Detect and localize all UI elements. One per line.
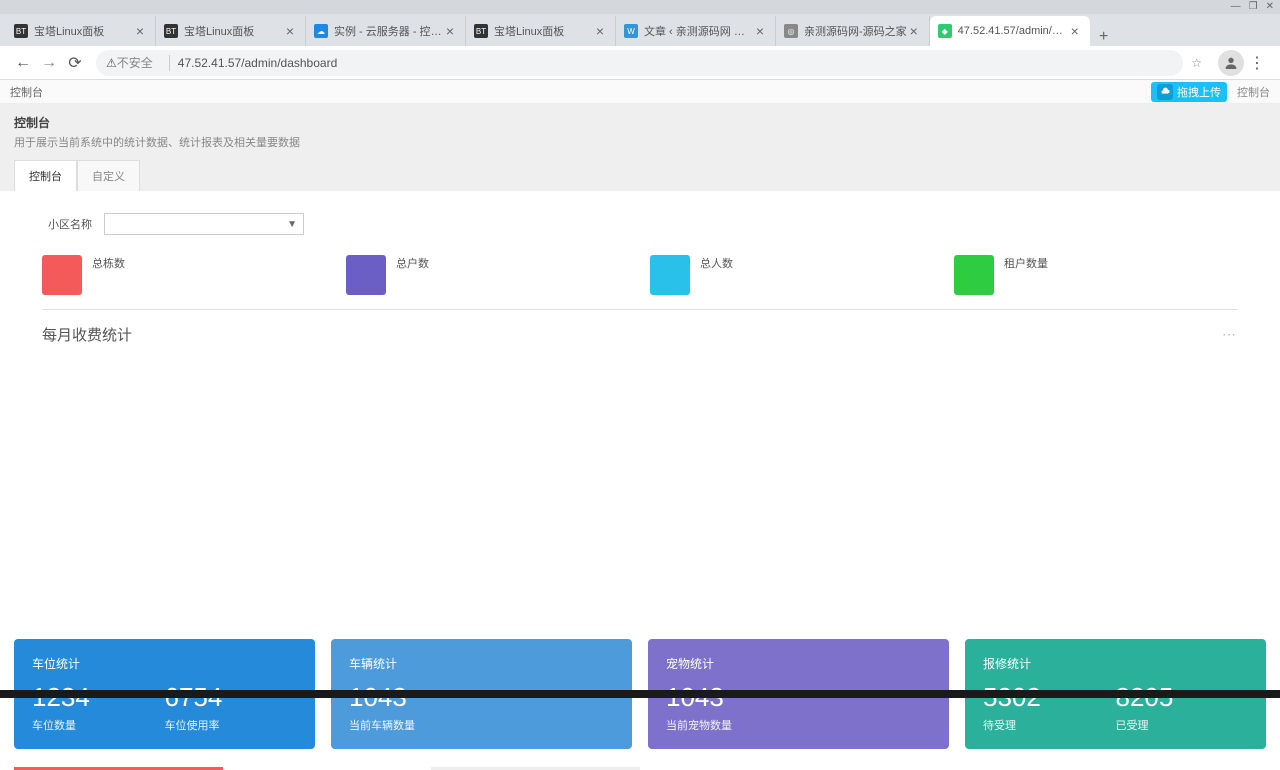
chart-area xyxy=(28,359,1252,609)
cloud-icon xyxy=(1157,84,1173,100)
tab-title: 宝塔Linux面板 xyxy=(494,23,593,39)
tab-favicon: ◎ xyxy=(784,24,798,38)
security-label: 不安全 xyxy=(117,54,153,71)
forward-button[interactable]: → xyxy=(36,50,62,76)
stat-item: 总人数 xyxy=(650,255,934,295)
url-bar: ← → ⟳ ⚠ 不安全 47.52.41.57/admin/dashboard … xyxy=(0,46,1280,80)
stat-label: 租户数量 xyxy=(1004,255,1048,295)
stat-item: 总户数 xyxy=(346,255,630,295)
tab-title: 文章 ‹ 亲测源码网 — WordPre… xyxy=(644,23,753,39)
stat-color-box xyxy=(954,255,994,295)
browser-tab[interactable]: ☁ 实例 - 云服务器 - 控制台× xyxy=(306,16,466,46)
close-icon[interactable]: × xyxy=(283,24,297,38)
stat-color-box xyxy=(650,255,690,295)
stat-label: 总户数 xyxy=(396,255,429,295)
community-dropdown[interactable]: ▼ xyxy=(104,213,304,235)
close-window-icon[interactable]: ✕ xyxy=(1266,1,1274,13)
close-icon[interactable]: × xyxy=(593,24,607,38)
tab-favicon: W xyxy=(624,24,638,38)
chart-menu-icon[interactable]: ⋯ xyxy=(1222,326,1238,343)
stat-label: 总栋数 xyxy=(92,255,125,295)
card-title: 报修统计 xyxy=(983,655,1248,672)
browser-tab[interactable]: W 文章 ‹ 亲测源码网 — WordPre…× xyxy=(616,16,776,46)
new-tab-button[interactable]: + xyxy=(1090,28,1118,46)
profile-button[interactable] xyxy=(1218,50,1244,76)
stat-row: 总栋数 总户数 总人数 租户数量 xyxy=(42,255,1238,295)
stat-color-box xyxy=(346,255,386,295)
card-sublabel: 车位使用率 xyxy=(165,717,298,733)
chart-title: 每月收费统计 xyxy=(42,324,132,345)
tab-title: 宝塔Linux面板 xyxy=(184,23,283,39)
card-sublabel: 待受理 xyxy=(983,717,1116,733)
back-button[interactable]: ← xyxy=(10,50,36,76)
page-title: 控制台 xyxy=(14,114,1266,131)
filter-row: 小区名称 ▼ xyxy=(48,213,1232,235)
close-icon[interactable]: × xyxy=(753,24,767,38)
tab-title: 亲测源码网-源码之家 xyxy=(804,23,907,39)
warning-icon: ⚠ xyxy=(106,56,117,70)
browser-tab[interactable]: ◆ 47.52.41.57/admin/dashboard× xyxy=(930,16,1090,46)
browser-tab[interactable]: ◎ 亲测源码网-源码之家× xyxy=(776,16,930,46)
card-sublabel: 已受理 xyxy=(1116,717,1249,733)
card-title: 车位统计 xyxy=(32,655,297,672)
page-subtitle: 用于展示当前系统中的统计数据、统计报表及相关量要数据 xyxy=(14,134,1266,150)
app-top-bar: 控制台 拖拽上传 控制台 xyxy=(0,80,1280,104)
menu-icon[interactable]: ⋮ xyxy=(1244,50,1270,76)
page-tabs: 控制台自定义 xyxy=(14,160,1266,191)
card-sublabel: 车位数量 xyxy=(32,717,165,733)
stat-item: 总栋数 xyxy=(42,255,326,295)
close-icon[interactable]: × xyxy=(443,24,457,38)
maximize-icon[interactable]: ❐ xyxy=(1249,1,1258,13)
page-header: 控制台 用于展示当前系统中的统计数据、统计报表及相关量要数据 控制台自定义 xyxy=(0,104,1280,191)
card-title: 车辆统计 xyxy=(349,655,614,672)
window-controls: — ❐ ✕ xyxy=(0,0,1280,14)
browser-tab-bar: BT宝塔Linux面板×BT宝塔Linux面板×☁实例 - 云服务器 - 控制台… xyxy=(0,14,1280,46)
close-icon[interactable]: × xyxy=(907,24,921,38)
browser-tab[interactable]: BT 宝塔Linux面板× xyxy=(466,16,616,46)
address-bar[interactable]: ⚠ 不安全 47.52.41.57/admin/dashboard xyxy=(96,50,1183,76)
stat-item: 租户数量 xyxy=(954,255,1238,295)
tab-title: 47.52.41.57/admin/dashboard xyxy=(958,25,1068,37)
tab-title: 宝塔Linux面板 xyxy=(34,23,133,39)
stat-color-box xyxy=(42,255,82,295)
tab-title: 实例 - 云服务器 - 控制台 xyxy=(334,23,443,39)
card-title: 宠物统计 xyxy=(666,655,931,672)
filter-label: 小区名称 xyxy=(48,216,92,232)
tab-favicon: BT xyxy=(14,24,28,38)
close-icon[interactable]: × xyxy=(133,24,147,38)
taskbar xyxy=(0,690,1280,698)
tab-favicon: ◆ xyxy=(938,24,952,38)
tab-favicon: BT xyxy=(474,24,488,38)
minimize-icon[interactable]: — xyxy=(1231,1,1241,13)
page-tab[interactable]: 控制台 xyxy=(14,160,77,191)
card-sublabel: 当前宠物数量 xyxy=(666,717,931,733)
stat-label: 总人数 xyxy=(700,255,733,295)
tab-favicon: BT xyxy=(164,24,178,38)
breadcrumb: 控制台 xyxy=(10,84,43,100)
upload-badge[interactable]: 拖拽上传 xyxy=(1151,82,1227,102)
star-icon[interactable]: ☆ xyxy=(1191,56,1202,70)
top-right-label: 控制台 xyxy=(1237,84,1270,100)
reload-button[interactable]: ⟳ xyxy=(62,50,88,76)
url-text: 47.52.41.57/admin/dashboard xyxy=(178,56,337,70)
card-sublabel: 当前车辆数量 xyxy=(349,717,614,733)
close-icon[interactable]: × xyxy=(1068,24,1082,38)
tab-favicon: ☁ xyxy=(314,24,328,38)
browser-tab[interactable]: BT 宝塔Linux面板× xyxy=(6,16,156,46)
page-tab[interactable]: 自定义 xyxy=(77,160,140,191)
chevron-down-icon: ▼ xyxy=(287,219,297,230)
browser-tab[interactable]: BT 宝塔Linux面板× xyxy=(156,16,306,46)
